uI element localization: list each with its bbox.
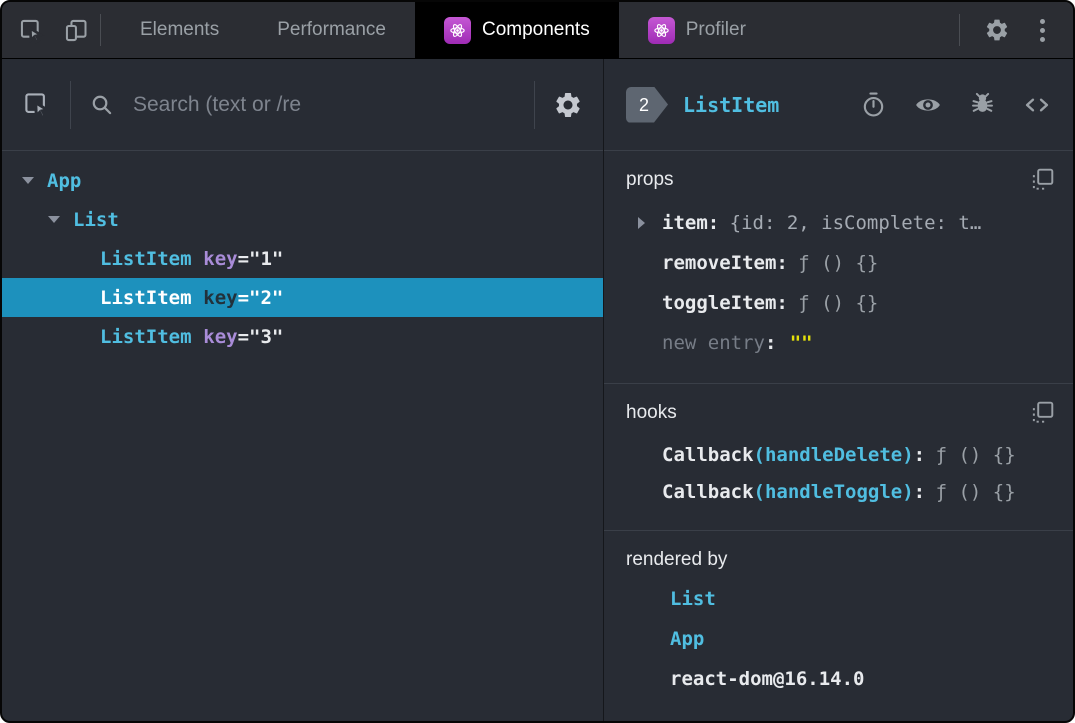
key-attribute: key xyxy=(203,247,238,270)
code-brackets-icon[interactable] xyxy=(1023,91,1051,119)
prop-row-toggleitem[interactable]: toggleItem: ƒ () {} xyxy=(626,283,1053,323)
key-value: ="2" xyxy=(237,286,284,309)
prop-value: ƒ () {} xyxy=(798,292,879,314)
kebab-menu-icon[interactable] xyxy=(1032,18,1053,42)
prop-row-new-entry[interactable]: new entry: "" xyxy=(626,323,1053,363)
react-logo-icon xyxy=(443,16,471,44)
key-attribute: key xyxy=(203,325,238,348)
hooks-section: hooks Callback (handleDelete): ƒ () {} Cal… xyxy=(604,384,1073,531)
hooks-heading: hooks xyxy=(626,402,677,423)
component-name: List xyxy=(73,208,119,231)
tab-performance[interactable]: Performance xyxy=(248,2,415,58)
prop-key: item xyxy=(662,212,708,234)
eye-icon[interactable] xyxy=(914,91,942,119)
tree-row-listitem-2-selected[interactable]: ListItem key ="2" xyxy=(2,278,603,317)
owners-count-badge: 2 xyxy=(626,87,668,123)
inspect-cursor-icon[interactable] xyxy=(22,90,52,120)
bug-icon[interactable] xyxy=(969,91,996,118)
tab-label: Elements xyxy=(140,19,220,40)
hook-type: Callback xyxy=(662,443,754,466)
new-entry-key[interactable]: new entry xyxy=(662,332,765,354)
components-panel: App List ListItemkey="1" ListItemkey="2"… xyxy=(2,59,1073,721)
rendered-by-section: rendered by List App react-dom@16.14.0 xyxy=(604,531,1073,721)
rendered-by-heading: rendered by xyxy=(626,549,728,570)
hook-name: (handleToggle) xyxy=(753,480,914,503)
toolbar-left-icons xyxy=(2,2,90,58)
expander-icon[interactable] xyxy=(22,177,34,184)
component-name: ListItem xyxy=(100,286,192,309)
copy-icon[interactable] xyxy=(1029,167,1055,193)
component-tree: App List ListItem key ="1" ListItem key ="2"… xyxy=(2,151,603,356)
tree-row-app[interactable]: App xyxy=(2,161,603,200)
owner-link-app[interactable]: App xyxy=(670,628,704,650)
device-toolbar-icon[interactable] xyxy=(63,17,90,44)
expander-icon[interactable] xyxy=(48,216,60,223)
new-entry-value[interactable]: "" xyxy=(790,332,813,354)
stopwatch-icon[interactable] xyxy=(860,91,887,118)
inspector-header: 2 ListItem xyxy=(604,59,1073,151)
hook-value: ƒ () {} xyxy=(935,480,1016,503)
search-bar xyxy=(89,91,516,118)
search-icon xyxy=(89,92,115,118)
tree-row-listitem-1[interactable]: ListItem key ="1" xyxy=(2,239,603,278)
tree-toolbar xyxy=(2,59,603,151)
hook-value: ƒ () {} xyxy=(935,443,1016,466)
prop-row-item[interactable]: item: {id: 2, isComplete: t… xyxy=(626,203,1053,243)
renderer-row: react-dom@16.14.0 xyxy=(626,659,1053,699)
expander-icon[interactable] xyxy=(638,217,645,229)
prop-key: toggleItem xyxy=(662,292,777,314)
key-value: ="3" xyxy=(237,325,284,348)
search-input[interactable] xyxy=(131,91,516,118)
toolbar-divider xyxy=(100,14,101,46)
gear-icon[interactable] xyxy=(553,90,583,120)
react-logo-icon xyxy=(647,16,675,44)
tree-row-list[interactable]: List xyxy=(2,200,603,239)
component-inspector: 2 ListItem props item: {id: 2, isComple… xyxy=(604,59,1073,721)
owner-row[interactable]: App xyxy=(626,619,1053,659)
devtools-window: Elements Performance Components Profiler… xyxy=(0,0,1075,723)
tab-components[interactable]: Components xyxy=(414,2,619,58)
prop-value: ƒ () {} xyxy=(798,252,879,274)
prop-key: removeItem xyxy=(662,252,777,274)
tab-profiler[interactable]: Profiler xyxy=(619,2,775,58)
toolbar-divider xyxy=(70,80,71,129)
key-attribute: key xyxy=(203,286,238,309)
prop-value: {id: 2, isComplete: t… xyxy=(729,212,982,234)
owner-row[interactable]: List xyxy=(626,579,1053,619)
toolbar-divider xyxy=(534,80,535,129)
props-heading: props xyxy=(626,169,674,190)
tab-label: Components xyxy=(481,19,590,40)
owner-link-list[interactable]: List xyxy=(670,588,716,610)
tab-label: Profiler xyxy=(685,19,746,40)
hook-row-handledelete[interactable]: Callback (handleDelete): ƒ () {} xyxy=(626,436,1053,473)
tree-row-listitem-3[interactable]: ListItem key ="3" xyxy=(2,317,603,356)
devtools-toolbar: Elements Performance Components Profiler xyxy=(2,2,1073,59)
key-value: ="1" xyxy=(237,247,284,270)
inspect-cursor-icon[interactable] xyxy=(18,17,45,44)
hook-row-handletoggle[interactable]: Callback (handleToggle): ƒ () {} xyxy=(626,473,1053,510)
tab-label: Performance xyxy=(277,19,386,40)
component-name: App xyxy=(47,169,82,192)
toolbar-divider xyxy=(959,14,960,46)
prop-row-removeitem[interactable]: removeItem: ƒ () {} xyxy=(626,243,1053,283)
gear-icon[interactable] xyxy=(984,17,1010,43)
component-tree-panel: App List ListItemkey="1" ListItemkey="2"… xyxy=(2,59,604,721)
component-name: ListItem xyxy=(100,325,192,348)
renderer-version: react-dom@16.14.0 xyxy=(670,668,865,690)
hook-name: (handleDelete) xyxy=(753,443,914,466)
component-name: ListItem xyxy=(100,247,192,270)
tab-elements[interactable]: Elements xyxy=(111,2,248,58)
selected-component-title: ListItem xyxy=(683,92,780,117)
hook-type: Callback xyxy=(662,480,754,503)
props-section: props item: {id: 2, isComplete: t… remove… xyxy=(604,151,1073,384)
copy-icon[interactable] xyxy=(1029,400,1055,426)
